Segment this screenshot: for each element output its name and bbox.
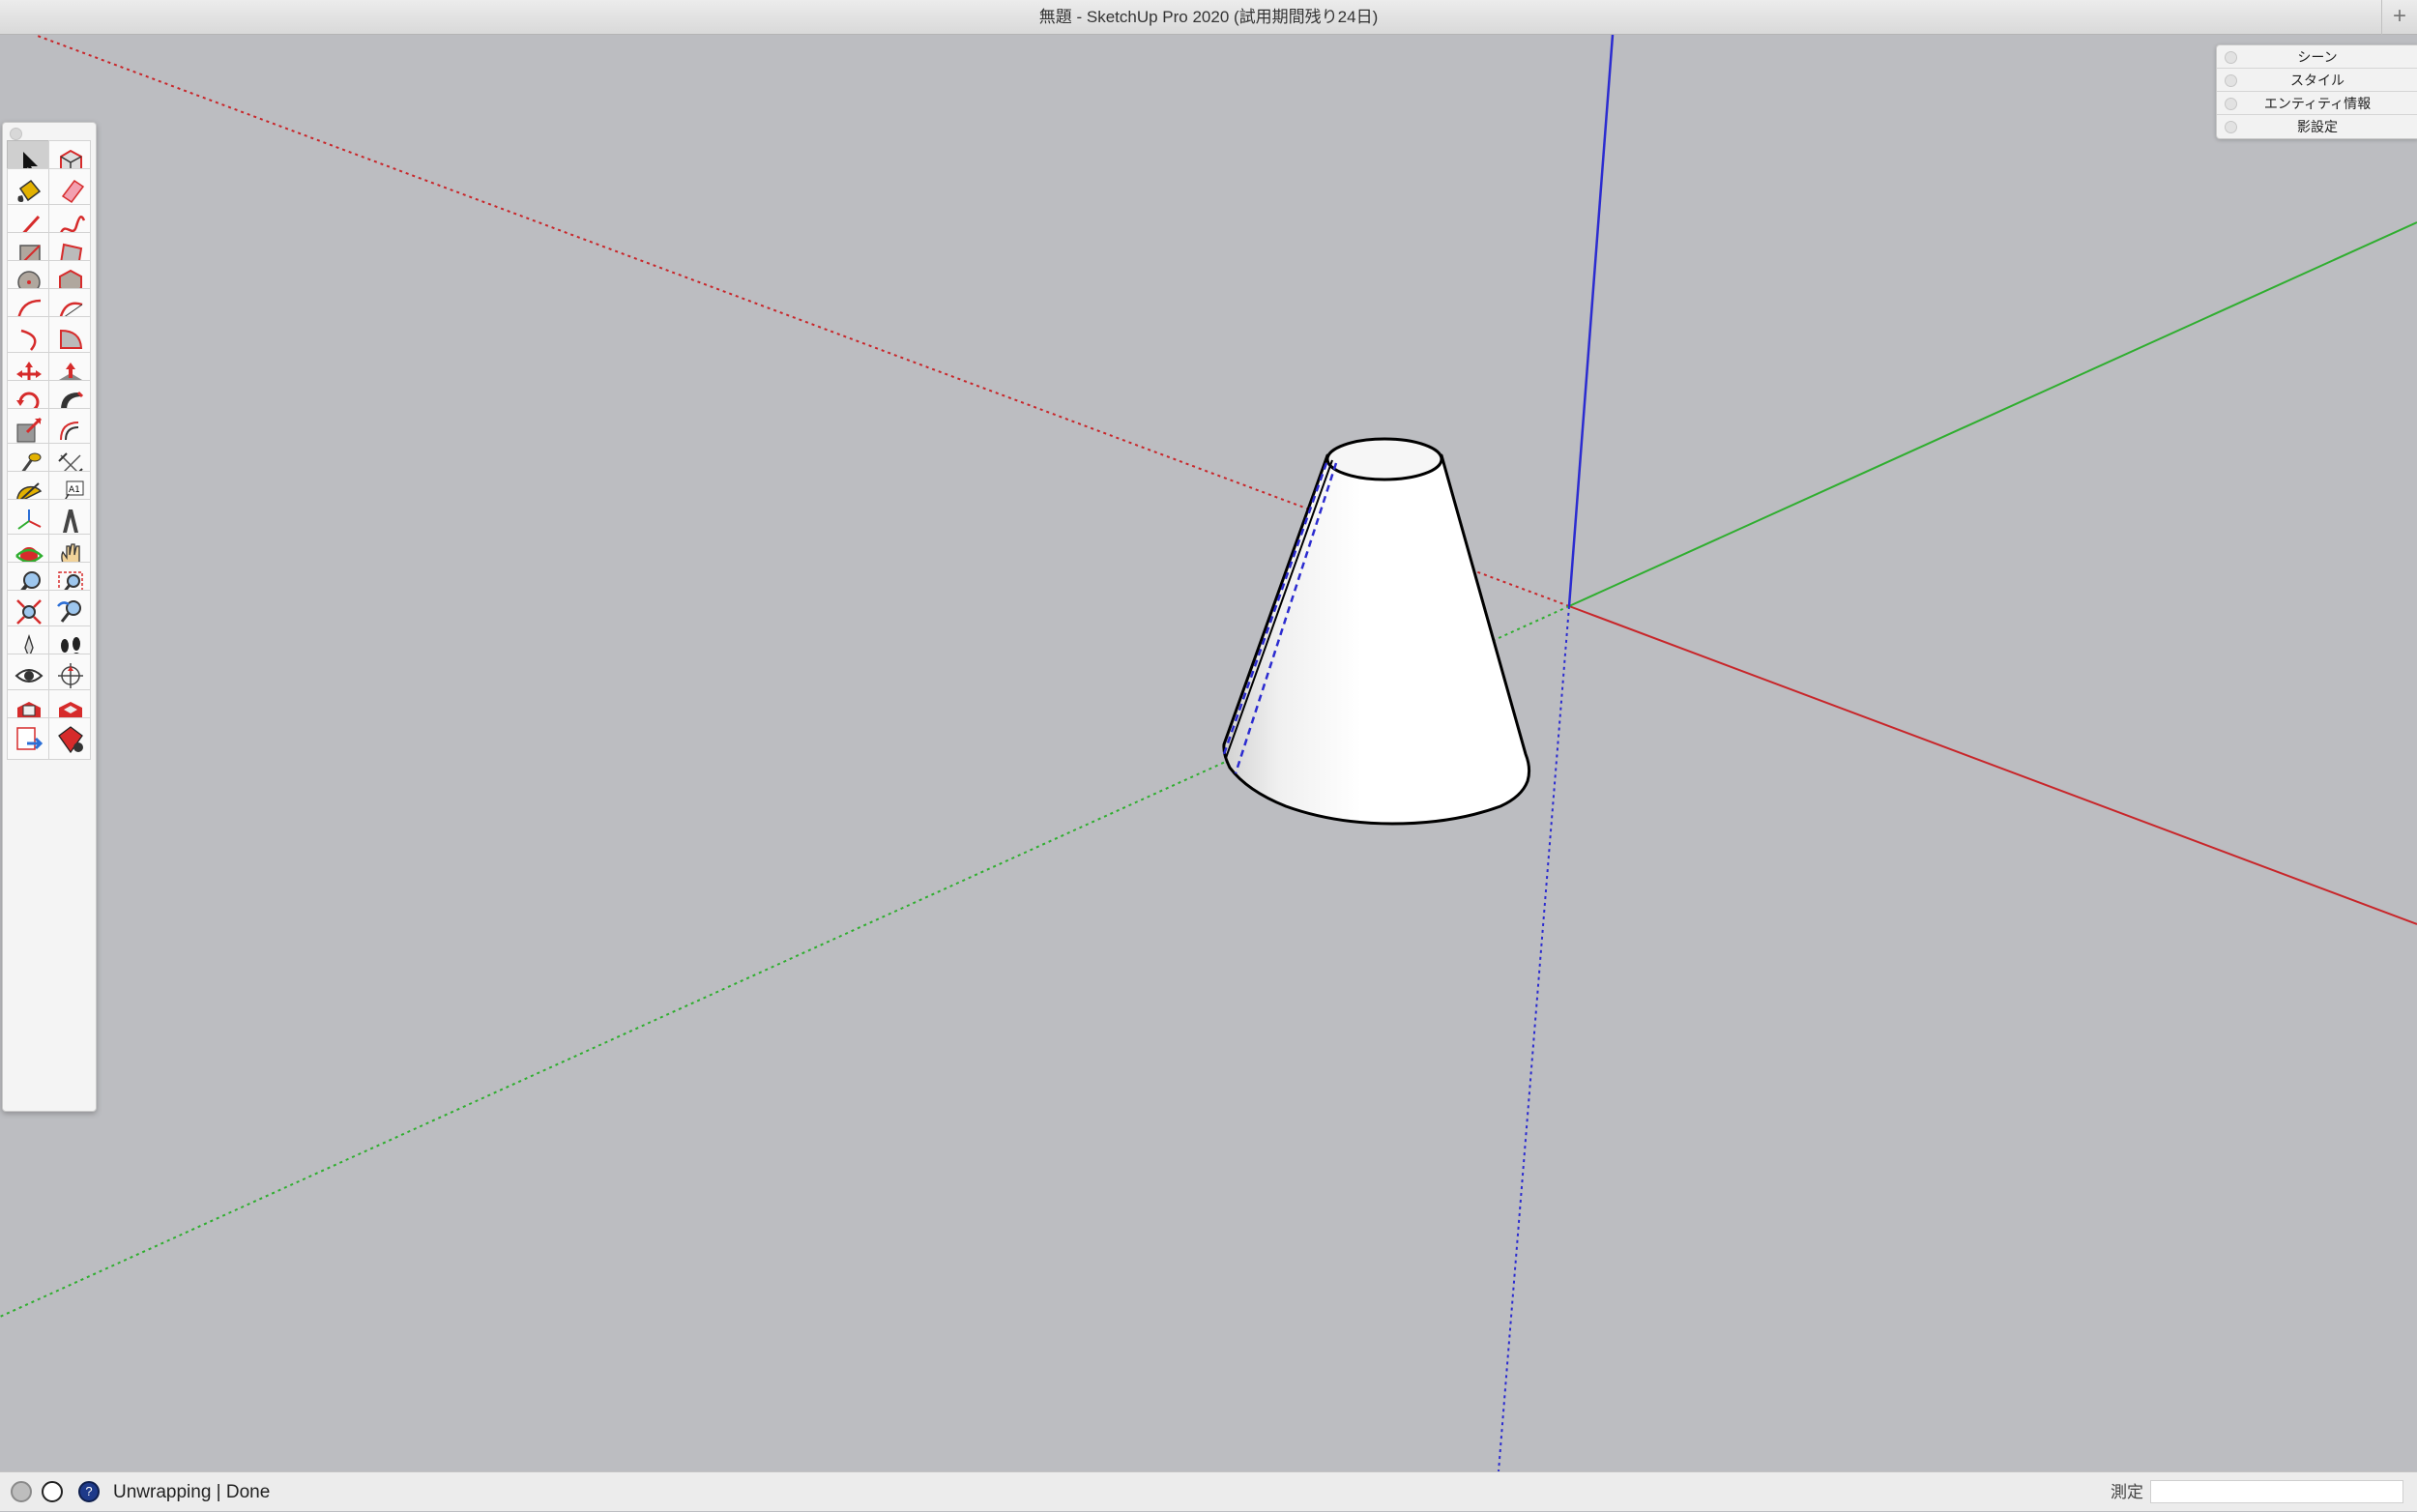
pie-icon [60, 329, 83, 349]
section-plane-icon [58, 663, 83, 688]
green-axis-positive [1568, 221, 2417, 607]
palette-close-button[interactable] [10, 128, 22, 140]
credits-icon[interactable] [42, 1481, 63, 1502]
tray-item-label: スタイル [2290, 73, 2344, 88]
tray-item-label: シーン [2297, 49, 2338, 65]
tray-item-scenes[interactable]: シーン [2217, 45, 2417, 69]
default-tray: シーン スタイル エンティティ情報 影設定 [2216, 44, 2417, 139]
scene-canvas[interactable] [0, 35, 2417, 1471]
title-bar: 無題 - SketchUp Pro 2020 (試用期間残り24日) + [0, 0, 2417, 35]
look-around-icon [15, 669, 44, 683]
previous-view-icon [57, 600, 81, 623]
status-bar: ? Unwrapping | Done 測定 [0, 1471, 2417, 1511]
layout-send-icon [16, 727, 44, 750]
geo-location-icon[interactable] [11, 1481, 32, 1502]
zoom-extents-icon [16, 599, 42, 625]
red-axis-positive [1568, 605, 2417, 925]
help-icon[interactable]: ? [78, 1481, 100, 1502]
cone-model[interactable] [1222, 437, 1531, 826]
window-title: 無題 - SketchUp Pro 2020 (試用期間残り24日) [1038, 8, 1379, 26]
scale-icon [16, 417, 43, 443]
axes-icon [17, 509, 42, 530]
tray-item-label: エンティティ情報 [2263, 96, 2372, 111]
tool-button-extension-manager[interactable] [48, 717, 91, 760]
tray-item-label: 影設定 [2297, 119, 2338, 134]
paint-bucket-icon [17, 179, 42, 202]
tool-button-layout-send[interactable] [7, 717, 49, 760]
offset-icon [60, 422, 79, 441]
svg-text:A1: A1 [69, 485, 80, 495]
tray-item-entity-info[interactable]: エンティティ情報 [2217, 92, 2417, 115]
status-message: Unwrapping | Done [113, 1482, 271, 1502]
modeling-viewport[interactable] [0, 35, 2417, 1471]
three-point-arc-icon [20, 329, 37, 351]
measurements-input[interactable] [2150, 1480, 2403, 1503]
3d-text-icon [63, 509, 78, 533]
extension-manager-icon [58, 726, 83, 754]
tool-palette: A1 [2, 122, 97, 1112]
blue-axis-positive [1567, 35, 1615, 607]
add-tab-button[interactable]: + [2381, 0, 2417, 35]
eraser-icon [61, 179, 85, 204]
tray-item-shadows[interactable]: 影設定 [2217, 115, 2417, 138]
measurements-label: 測定 [2111, 1483, 2143, 1501]
tray-item-styles[interactable]: スタイル [2217, 69, 2417, 92]
